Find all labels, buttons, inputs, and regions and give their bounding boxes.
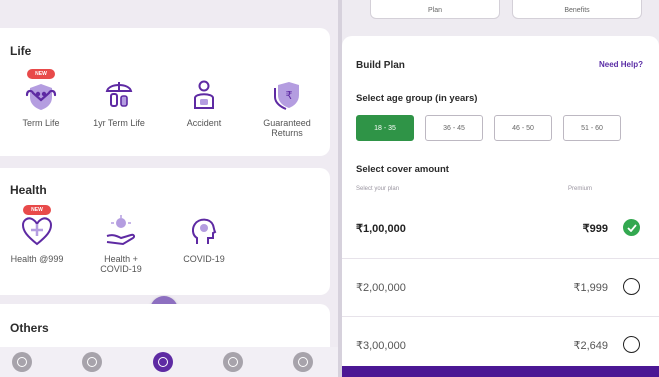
tile-health-covid[interactable]: Health + COVID-19 [82, 214, 160, 274]
hand-virus-icon [106, 215, 136, 246]
health-card: Health NEW Health @999 Health + COVID-19… [0, 168, 330, 295]
app-root: Life NEW Term Life 1yr Term Life Acciden… [0, 0, 659, 377]
nav-insurance[interactable] [153, 352, 173, 372]
cover-amount: ₹1,00,000 [356, 223, 406, 235]
insurance-categories-panel: Life NEW Term Life 1yr Term Life Acciden… [0, 0, 338, 377]
tile-label: Health + COVID-19 [100, 254, 142, 274]
umbrella-family-icon [105, 82, 133, 107]
premium-column-header: Premium [568, 186, 593, 192]
tile-label: COVID-19 [183, 254, 225, 264]
tile-label: 1yr Term Life [93, 118, 145, 128]
proceed-bar[interactable] [342, 366, 659, 377]
bottom-navigation [0, 347, 338, 377]
premium-value: ₹999 [582, 223, 608, 235]
tile-accident[interactable]: Accident [165, 78, 243, 128]
need-help-link[interactable]: Need Help? [599, 60, 643, 69]
svg-text:₹: ₹ [286, 89, 293, 102]
age-option-18-35[interactable]: 18 - 35 [356, 115, 414, 141]
tile-health-999[interactable]: NEW Health @999 [0, 205, 76, 264]
cover-option-row[interactable]: ₹2,00,000 ₹1,999 [342, 258, 659, 314]
shield-nav-icon [87, 357, 97, 367]
build-plan-panel: Plan Benefits Build Plan Need Help? Sele… [342, 0, 659, 377]
cover-amount-label: Select cover amount [356, 164, 449, 175]
check-icon [626, 223, 637, 232]
tile-term-life[interactable]: NEW Term Life [2, 69, 80, 128]
tile-label: Accident [186, 118, 222, 128]
age-option-36-45[interactable]: 36 - 45 [425, 115, 483, 141]
insurance-icon [158, 357, 168, 367]
plan-column-header: Select your plan [356, 186, 400, 192]
radio-unchecked[interactable] [623, 336, 640, 353]
accident-person-icon [194, 80, 214, 109]
chat-icon [298, 357, 308, 367]
benefits-tab-button[interactable]: Benefits [512, 0, 642, 19]
premium-value: ₹1,999 [573, 282, 608, 294]
rupee-shield-icon: ₹ [274, 82, 299, 110]
build-plan-card: Build Plan Need Help? Select age group (… [342, 36, 659, 366]
others-title: Others [10, 321, 49, 335]
age-option-51-60[interactable]: 51 - 60 [563, 115, 621, 141]
new-badge: NEW [23, 205, 51, 215]
nav-payments[interactable] [223, 352, 243, 372]
head-virus-icon [191, 218, 217, 244]
plan-tab-button[interactable]: Plan [370, 0, 500, 19]
new-badge: NEW [27, 69, 55, 79]
build-plan-title: Build Plan [356, 60, 405, 71]
nav-chat[interactable] [293, 352, 313, 372]
tile-label: Term Life [22, 118, 60, 128]
family-shield-icon [25, 84, 57, 110]
life-title: Life [10, 44, 32, 58]
cover-amount: ₹2,00,000 [356, 282, 406, 294]
nav-home[interactable] [12, 352, 32, 372]
age-option-46-50[interactable]: 46 - 50 [494, 115, 552, 141]
cover-amount: ₹3,00,000 [356, 340, 406, 352]
age-group-selector: 18 - 35 36 - 45 46 - 50 51 - 60 [356, 115, 632, 141]
tile-label: Health @999 [10, 254, 64, 264]
heart-icon [21, 217, 53, 246]
health-title: Health [10, 183, 47, 197]
life-card: Life NEW Term Life 1yr Term Life Acciden… [0, 28, 330, 156]
tile-covid-19[interactable]: COVID-19 [165, 214, 243, 264]
tile-guaranteed-returns[interactable]: ₹ Guaranteed Returns [248, 78, 326, 138]
radio-unchecked[interactable] [623, 278, 640, 295]
age-group-label: Select age group (in years) [356, 93, 478, 104]
cover-option-row[interactable]: ₹3,00,000 ₹2,649 [342, 316, 659, 372]
rupee-icon [228, 357, 238, 367]
radio-checked[interactable] [623, 219, 640, 236]
tile-label: Guaranteed Returns [263, 118, 311, 138]
nav-shield[interactable] [82, 352, 102, 372]
cover-option-row[interactable]: ₹1,00,000 ₹999 [342, 200, 659, 256]
home-icon [17, 357, 27, 367]
premium-value: ₹2,649 [573, 340, 608, 352]
tile-1yr-term-life[interactable]: 1yr Term Life [80, 78, 158, 128]
